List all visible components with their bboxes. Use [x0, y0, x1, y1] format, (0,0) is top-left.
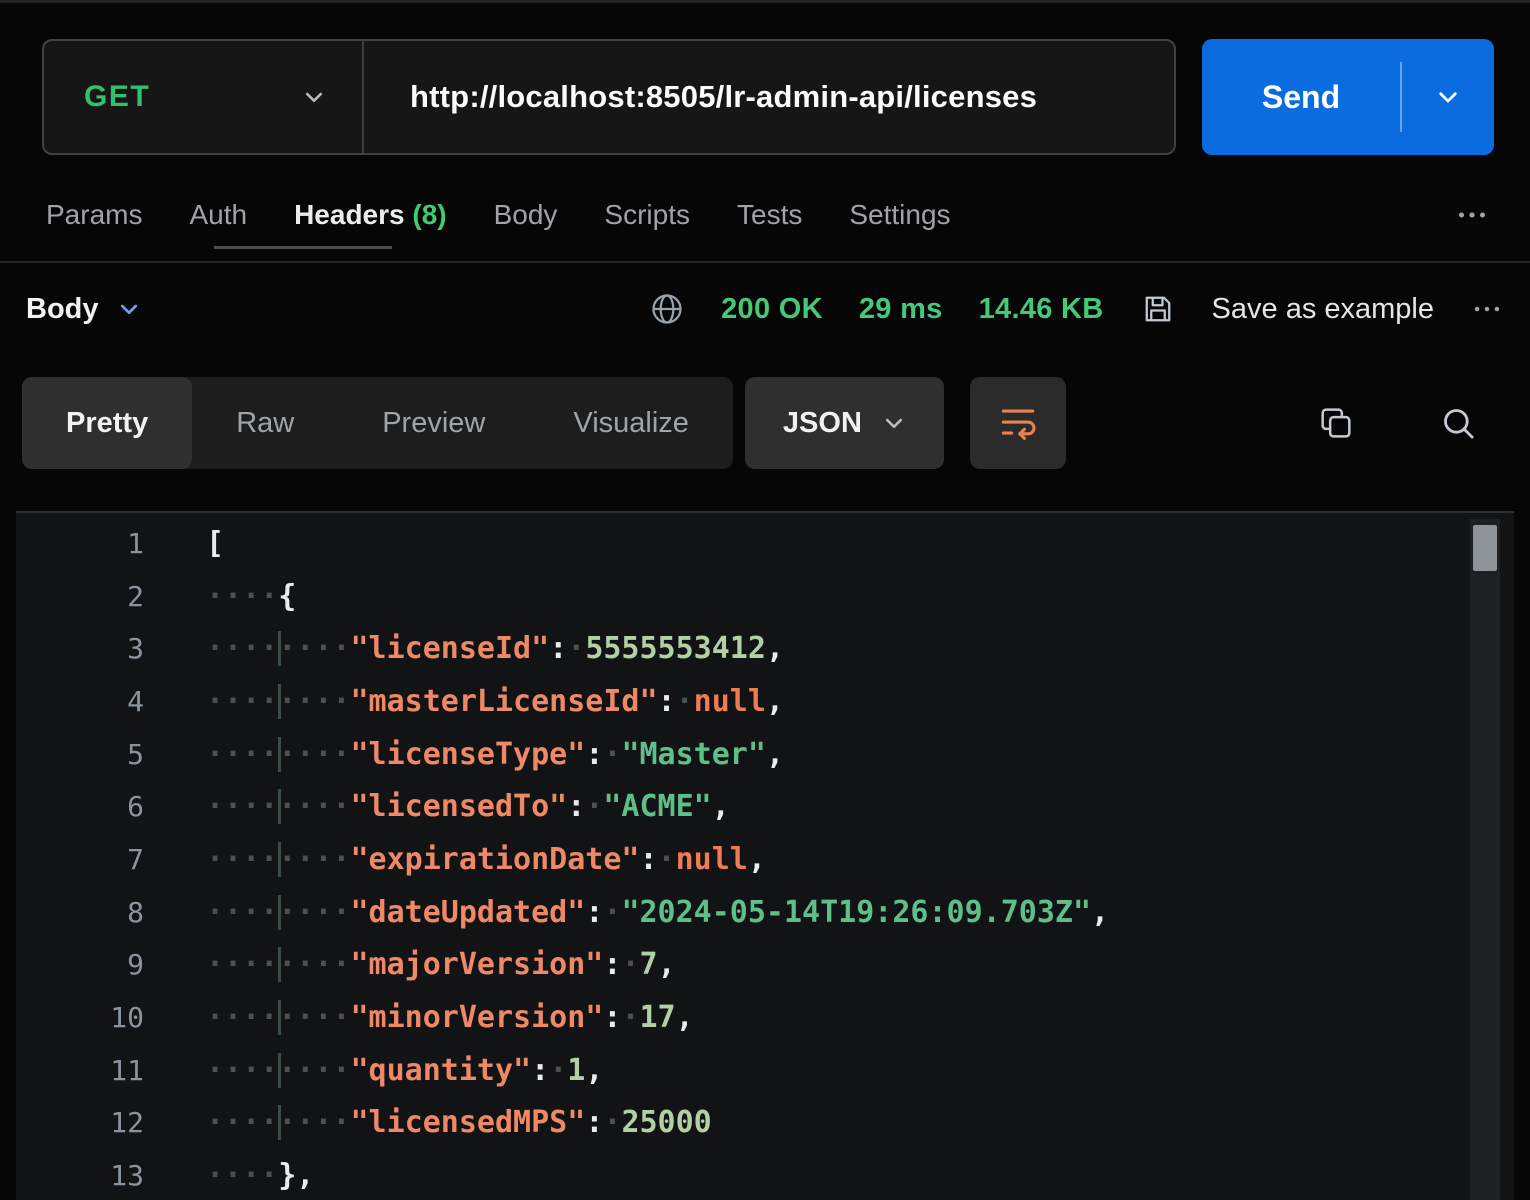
response-body-label: Body	[26, 293, 99, 326]
code-line: 10 ········"minorVersion":·17,	[16, 991, 1514, 1044]
line-number: 3	[34, 632, 144, 665]
search-icon[interactable]	[1438, 403, 1478, 443]
tab-tests[interactable]: Tests	[737, 199, 802, 231]
response-toolbar: PrettyRawPreviewVisualize JSON	[22, 377, 1506, 469]
code-line-content: [	[206, 526, 224, 561]
code-line-content: ····},	[206, 1158, 314, 1193]
line-number: 12	[34, 1106, 144, 1139]
code-line-content: ········"masterLicenseId":·null,	[206, 684, 784, 719]
line-number: 4	[34, 685, 144, 718]
code-line: 4 ········"masterLicenseId":·null,	[16, 675, 1514, 728]
tab-headers[interactable]: Headers (8)	[294, 199, 447, 231]
code-line-content: ········"licensedMPS":·25000	[206, 1105, 712, 1140]
tab-hover-underline	[214, 246, 392, 249]
code-line-content: ········"dateUpdated":·"2024-05-14T19:26…	[206, 895, 1109, 930]
code-line: 3 ········"licenseId":·5555553412,	[16, 622, 1514, 675]
code-line-content: ········"licenseType":·"Master",	[206, 737, 784, 772]
tab-scripts[interactable]: Scripts	[604, 199, 690, 231]
code-line-content: ········"licensedTo":·"ACME",	[206, 789, 730, 824]
api-client-app: GET http://localhost:8505/lr-admin-api/l…	[0, 0, 1530, 1200]
response-status-group: 200 OK 29 ms 14.46 KB Save as example	[649, 291, 1504, 327]
view-tab-pretty[interactable]: Pretty	[22, 377, 192, 469]
view-tab-visualize[interactable]: Visualize	[529, 377, 733, 469]
format-dropdown[interactable]: JSON	[745, 377, 944, 469]
chevron-down-icon	[117, 297, 141, 321]
scrollbar-thumb[interactable]	[1473, 525, 1497, 571]
request-tabs: Params Auth Headers (8) Body Scripts Tests Set…	[46, 197, 1490, 261]
tab-body[interactable]: Body	[494, 199, 558, 231]
code-line-content: ········"minorVersion":·17,	[206, 1000, 694, 1035]
response-body-viewer: 1[2····{3········"licenseId":·5555553412…	[16, 511, 1514, 1200]
code-line-content: ········"majorVersion":·7,	[206, 947, 676, 982]
code-line: 8 ········"dateUpdated":·"2024-05-14T19:2…	[16, 886, 1514, 939]
response-meta-bar: Body 200 OK 29 ms 14.46 KB Save as examp…	[26, 291, 1504, 327]
status-badge[interactable]: 200 OK	[721, 293, 823, 326]
code-line-content: ····{	[206, 579, 296, 614]
tab-settings[interactable]: Settings	[849, 199, 950, 231]
code-line: 2 ····{	[16, 570, 1514, 623]
line-number: 2	[34, 580, 144, 613]
chevron-down-icon	[302, 85, 326, 109]
more-options-icon[interactable]	[1454, 197, 1490, 233]
save-as-example-button[interactable]: Save as example	[1212, 293, 1434, 326]
code-line-content: ········"licenseId":·5555553412,	[206, 631, 784, 666]
code-line: 13 ····},	[16, 1149, 1514, 1200]
network-globe-icon[interactable]	[649, 291, 685, 327]
code-line: 1[	[16, 517, 1514, 570]
response-more-options-icon[interactable]	[1470, 292, 1504, 326]
scrollbar[interactable]	[1470, 519, 1500, 1200]
line-number: 6	[34, 790, 144, 823]
format-label: JSON	[783, 407, 862, 440]
code-line: 6 ········"licensedTo":·"ACME",	[16, 780, 1514, 833]
code-line-content: ········"quantity":·1,	[206, 1053, 603, 1088]
view-tab-preview[interactable]: Preview	[338, 377, 529, 469]
wrap-text-icon	[996, 401, 1040, 445]
line-number: 5	[34, 738, 144, 771]
code-line: 11 ········"quantity":·1,	[16, 1044, 1514, 1097]
send-button[interactable]: Send	[1202, 39, 1494, 155]
send-options-chevron-icon[interactable]	[1402, 84, 1494, 110]
method-label: GET	[84, 80, 150, 114]
response-time[interactable]: 29 ms	[859, 293, 943, 326]
code-line: 9 ········"majorVersion":·7,	[16, 939, 1514, 992]
line-number: 13	[34, 1159, 144, 1192]
request-url-bar: GET http://localhost:8505/lr-admin-api/l…	[42, 39, 1176, 155]
send-label: Send	[1202, 79, 1400, 116]
code-lines: 1[2····{3········"licenseId":·5555553412…	[16, 513, 1514, 1200]
response-view-tabs: PrettyRawPreviewVisualize	[22, 377, 733, 469]
copy-icon[interactable]	[1316, 403, 1356, 443]
wrap-text-button[interactable]	[970, 377, 1066, 469]
tab-auth[interactable]: Auth	[189, 199, 247, 231]
line-number: 11	[34, 1054, 144, 1087]
line-number: 7	[34, 843, 144, 876]
response-body-dropdown[interactable]: Body	[26, 293, 141, 326]
method-selector[interactable]: GET	[44, 41, 362, 153]
line-number: 9	[34, 948, 144, 981]
response-size[interactable]: 14.46 KB	[979, 293, 1104, 326]
request-tabs-list: Params Auth Headers (8) Body Scripts Tests Set…	[46, 199, 951, 231]
line-number: 1	[34, 527, 144, 560]
code-line: 7 ········"expirationDate":·null,	[16, 833, 1514, 886]
code-line: 12 ········"licensedMPS":·25000	[16, 1097, 1514, 1150]
chevron-down-icon	[882, 411, 906, 435]
save-icon	[1140, 291, 1176, 327]
url-input[interactable]: http://localhost:8505/lr-admin-api/licen…	[364, 41, 1037, 153]
code-line-content: ········"expirationDate":·null,	[206, 842, 766, 877]
view-tab-raw[interactable]: Raw	[192, 377, 338, 469]
code-line: 5 ········"licenseType":·"Master",	[16, 728, 1514, 781]
divider	[0, 261, 1530, 263]
line-number: 8	[34, 896, 144, 929]
tab-params[interactable]: Params	[46, 199, 142, 231]
line-number: 10	[34, 1001, 144, 1034]
request-url-row: GET http://localhost:8505/lr-admin-api/l…	[42, 39, 1494, 155]
